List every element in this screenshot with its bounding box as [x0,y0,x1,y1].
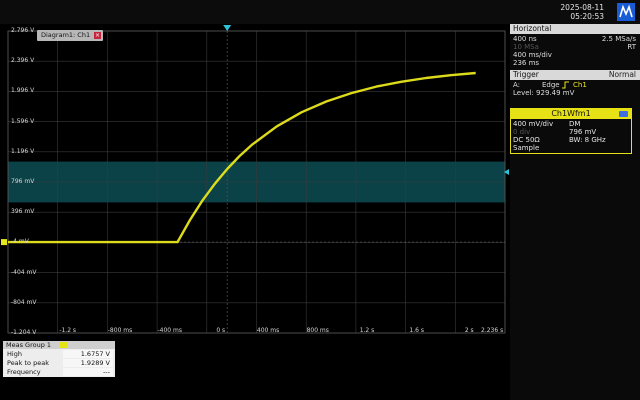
x-tick-label: -400 ms [157,327,182,334]
measurement-title: Meas Group 1 [6,341,52,349]
channel-title: Ch1Wfm1 [511,109,631,119]
x-tick-label: 0 s [216,327,226,334]
measurement-label: High [7,350,22,358]
x-tick-label: -800 ms [107,327,133,334]
waveform-plot[interactable] [0,24,510,340]
horizontal-row-left: 10 MSa [513,43,539,51]
measurement-value: 1.6757 V [63,350,113,358]
measurement-row[interactable]: High 1.6757 V [3,350,115,358]
channel-row: Sample [511,144,631,152]
trigger-type: Edge [542,81,560,89]
y-tick-label: -404 mV [11,268,37,276]
brand-logo-icon [617,3,635,21]
channel-row-left: DC 50Ω [513,136,540,144]
measurement-channel-icon [60,342,67,348]
horizontal-row-right: RT [627,43,636,51]
trigger-level-row[interactable]: Level: 929.49 mV [510,89,640,97]
y-tick-label: -804 mV [11,298,37,306]
trigger-level: Level: 929.49 mV [513,89,575,97]
measurement-label: Peak to peak [7,359,49,367]
x-tick-label: -1.2 s [59,327,77,334]
measurement-row[interactable]: Peak to peak 1.9289 V [3,359,115,367]
measurement-value: 1.9289 V [63,359,113,367]
x-tick-label: 1.2 s [359,327,375,334]
trigger-header[interactable]: Trigger Normal [510,70,640,80]
y-tick-label: 1.196 V [11,147,35,155]
top-bar: 2025-08-11 05:20:53 [0,0,640,24]
measurement-row[interactable]: Frequency --- [3,368,115,376]
clock-date: 2025-08-11 [560,3,604,12]
x-tick-label: 400 ms [256,327,280,334]
bottom-bar [0,378,510,400]
measurement-label: Frequency [7,368,41,376]
measurement-header[interactable]: Meas Group 1 [3,341,115,349]
trigger-channel: Ch1 [573,81,587,89]
horizontal-row-right: 2.5 MSa/s [601,35,636,43]
channel-row-left: 400 mV/div [513,120,554,128]
horizontal-row-left: 400 ms/div [513,51,552,59]
horizontal-row[interactable]: 400 ms/div [510,51,640,59]
channel-menu-icon[interactable] [619,111,628,117]
channel-ground-marker-icon [1,239,7,246]
horizontal-title: Horizontal [513,24,552,33]
trigger-position-marker-icon [223,25,232,31]
horizontal-header[interactable]: Horizontal [510,24,640,34]
horizontal-row[interactable]: 236 ms [510,59,640,67]
channel-row-left: Sample [513,144,540,152]
x-tick-label: 800 ms [306,327,329,334]
channel-row-left: 0 div [513,128,531,136]
channel-row-right: DM [569,120,581,128]
x-tick-label: 2 s [464,327,474,334]
y-tick-label: 1.996 V [11,87,35,95]
y-tick-label: -1.204 V [11,329,37,336]
measurement-value: --- [63,368,113,376]
y-tick-label: 1.596 V [11,117,35,125]
waveform-diagram[interactable]: 2.796 V 2.396 V 1.996 V 1.596 V 1.196 V 796 m… [0,24,510,340]
y-tick-label: 396 mV [11,208,35,216]
x-tick-label: 2.236 s [481,327,504,334]
rising-edge-icon [562,81,569,89]
clock: 2025-08-11 05:20:53 [560,3,604,21]
channel-row: 0 div 796 mV [511,128,631,136]
diagram-tab[interactable]: Diagram1: Ch1 × [37,30,103,41]
horizontal-row[interactable]: 400 ns 2.5 MSa/s [510,35,640,43]
settings-panel: Horizontal 400 ns 2.5 MSa/s 10 MSa RT 40… [510,24,640,400]
channel-row-right: 796 mV [569,128,597,136]
trigger-source-row[interactable]: A: Edge Ch1 [510,81,640,89]
channel-row-right: BW: 8 GHz [569,136,606,144]
channel-row: 400 mV/div DM [511,120,631,128]
x-tick-label: 1.6 s [409,327,424,334]
y-tick-label: 2.396 V [11,57,35,65]
clock-time: 05:20:53 [570,12,604,21]
channel-row: DC 50Ω BW: 8 GHz [511,136,631,144]
horizontal-row-left: 236 ms [513,59,540,67]
trigger-source-prefix: A: [513,81,521,89]
y-tick-label: 796 mV [11,178,35,185]
y-tick-label: -4 mV [11,238,29,246]
diagram-tab-label: Diagram1: Ch1 [41,31,91,39]
horizontal-row[interactable]: 10 MSa RT [510,43,640,51]
horizontal-row-left: 400 ns [513,35,537,43]
trigger-title: Trigger [513,70,539,79]
channel-info-box[interactable]: Ch1Wfm1 400 mV/div DM 0 div 796 mV DC 50… [510,108,632,154]
trigger-mode: Normal [608,70,636,79]
close-icon[interactable]: × [94,32,101,39]
y-tick-label: 2.796 V [11,27,35,34]
measurement-panel[interactable]: Meas Group 1 High 1.6757 V Peak to peak … [3,341,115,377]
